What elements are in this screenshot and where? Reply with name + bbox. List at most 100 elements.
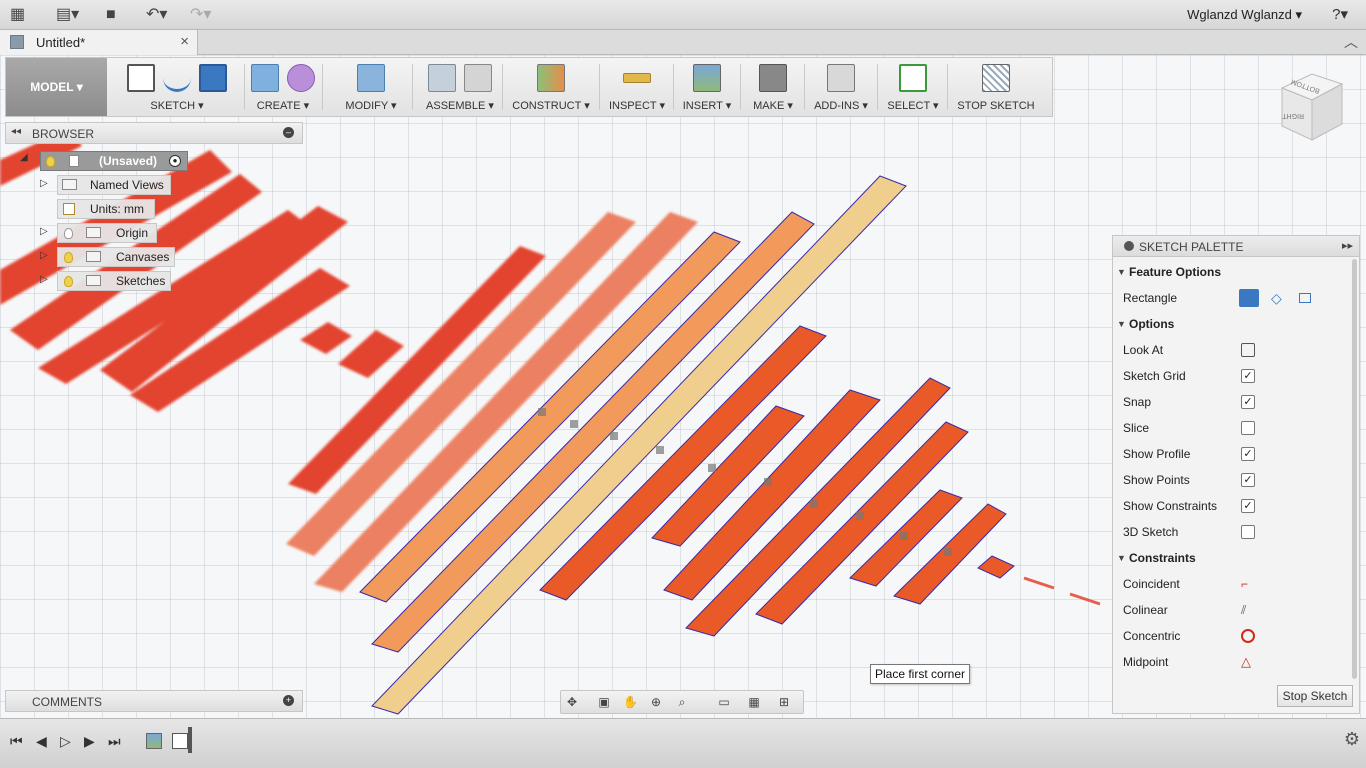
sketch-menu[interactable]: SKETCH ▾ (112, 98, 242, 114)
three-point-rectangle-icon[interactable]: ◇ (1271, 285, 1282, 311)
select-icon[interactable] (899, 64, 927, 92)
inspect-menu[interactable]: INSPECT ▾ (603, 98, 671, 114)
option-checkbox[interactable] (1241, 421, 1255, 435)
browser-item-origin[interactable]: Origin (57, 223, 157, 243)
palette-header[interactable]: SKETCH PALETTE ▸▸ (1113, 236, 1359, 257)
display-settings-icon[interactable]: ▭ (717, 695, 731, 709)
stop-sketch-group[interactable]: STOP SKETCH (951, 58, 1041, 116)
option-checkbox[interactable]: ✓ (1241, 473, 1255, 487)
make-menu[interactable]: MAKE ▾ (744, 98, 802, 114)
visibility-bulb-icon[interactable] (64, 276, 73, 287)
palette-minimize-icon[interactable] (1124, 241, 1134, 251)
activate-radio-icon[interactable]: ● (169, 155, 181, 167)
save-icon[interactable]: ■ (106, 5, 116, 25)
option-checkbox[interactable]: ✓ (1241, 369, 1255, 383)
stop-sketch-label[interactable]: STOP SKETCH (951, 98, 1041, 114)
close-tab-icon[interactable]: × (180, 33, 189, 50)
pan-hand-icon[interactable]: ✋ (623, 695, 638, 709)
insert-group[interactable]: INSERT ▾ (677, 58, 737, 116)
visibility-bulb-icon[interactable] (46, 156, 55, 167)
browser-item-sketches[interactable]: Sketches (57, 271, 171, 291)
expand-icon[interactable]: ▷ (40, 226, 48, 237)
rectangle-icon[interactable] (199, 64, 227, 92)
view-cube[interactable]: BOTTOM RIGHT (1276, 70, 1346, 142)
option-checkbox[interactable] (1241, 525, 1255, 539)
create-sketch-icon[interactable] (127, 64, 155, 92)
stop-sketch-icon[interactable] (982, 64, 1010, 92)
insert-image-icon[interactable] (693, 64, 721, 92)
section-options[interactable]: ▼ Options (1113, 311, 1353, 337)
zoom-icon[interactable]: ⊕ (649, 695, 663, 709)
coincident-icon[interactable]: ⌐ (1241, 577, 1255, 591)
select-group[interactable]: SELECT ▾ (881, 58, 945, 116)
sketch-group[interactable]: SKETCH ▾ (112, 58, 242, 116)
timeline-sketch-feature-icon[interactable] (172, 733, 188, 749)
stop-sketch-button[interactable]: Stop Sketch (1277, 685, 1353, 707)
construct-menu[interactable]: CONSTRUCT ▾ (506, 98, 596, 114)
timeline-canvas-feature-icon[interactable] (146, 733, 162, 749)
visibility-bulb-icon[interactable] (64, 228, 73, 239)
undo-icon[interactable]: ↶▾ (146, 5, 167, 25)
comments-panel-header[interactable]: COMMENTS + (5, 690, 303, 712)
viewports-icon[interactable]: ⊞ (777, 695, 791, 709)
form-icon[interactable] (287, 64, 315, 92)
browser-root[interactable]: (Unsaved) ● (40, 151, 188, 171)
option-checkbox[interactable]: ✓ (1241, 447, 1255, 461)
construct-group[interactable]: CONSTRUCT ▾ (506, 58, 596, 116)
workspace-switcher[interactable]: MODEL ▾ (6, 58, 107, 116)
colinear-icon[interactable]: ⫽ (1241, 603, 1255, 617)
add-comment-icon[interactable]: + (283, 695, 294, 706)
user-menu[interactable]: Wglanzd Wglanzd ▾ (1187, 7, 1302, 23)
grid-settings-icon[interactable]: ▦ (747, 695, 761, 709)
assemble-group[interactable]: ASSEMBLE ▾ (416, 58, 504, 116)
addins-menu[interactable]: ADD-INS ▾ (808, 98, 874, 114)
expand-palette-icon[interactable]: ▸▸ (1342, 239, 1353, 252)
option-checkbox[interactable]: ✓ (1241, 499, 1255, 513)
create-group[interactable]: CREATE ▾ (248, 58, 318, 116)
new-component-icon[interactable] (428, 64, 456, 92)
step-forward-icon[interactable]: ▶ (84, 733, 95, 750)
orbit-icon[interactable]: ✥ (565, 695, 579, 709)
panel-menu-icon[interactable]: – (283, 127, 294, 138)
visibility-bulb-icon[interactable] (64, 252, 73, 263)
scripts-icon[interactable] (827, 64, 855, 92)
play-icon[interactable]: ▷ (60, 733, 71, 750)
fit-zoom-icon[interactable]: ⌕ (675, 695, 689, 709)
modify-group[interactable]: MODIFY ▾ (326, 58, 416, 116)
center-rectangle-icon[interactable] (1299, 293, 1311, 303)
modify-menu[interactable]: MODIFY ▾ (326, 98, 416, 114)
file-menu-icon[interactable]: ▤▾ (56, 5, 79, 25)
section-constraints[interactable]: ▼ Constraints (1113, 545, 1353, 571)
line-icon[interactable] (163, 64, 191, 92)
palette-scrollbar[interactable] (1352, 259, 1357, 679)
browser-panel-header[interactable]: ◂◂ BROWSER – (5, 122, 303, 144)
3d-print-icon[interactable] (759, 64, 787, 92)
insert-menu[interactable]: INSERT ▾ (677, 98, 737, 114)
collapse-tree-icon[interactable]: ◢ (20, 152, 28, 163)
look-at-nav-icon[interactable]: ▣ (597, 695, 611, 709)
option-checkbox[interactable]: ✓ (1241, 395, 1255, 409)
timeline-settings-gear-icon[interactable]: ⚙ (1344, 729, 1360, 750)
section-feature-options[interactable]: ▼ Feature Options (1113, 259, 1353, 285)
go-to-start-icon[interactable]: ⏮ (10, 733, 23, 750)
measure-icon[interactable] (623, 73, 651, 83)
expand-icon[interactable]: ▷ (40, 274, 48, 285)
help-icon[interactable]: ?▾ (1332, 5, 1348, 23)
timeline-marker[interactable] (188, 727, 192, 753)
chevron-up-icon[interactable]: ︿ (1344, 32, 1358, 52)
document-tab[interactable]: Untitled* × (0, 30, 198, 55)
press-pull-icon[interactable] (357, 64, 385, 92)
look-at-icon[interactable] (1241, 343, 1255, 357)
collapse-panel-icon[interactable]: ◂◂ (11, 126, 21, 137)
browser-item-units[interactable]: Units: mm (57, 199, 155, 219)
browser-item-canvases[interactable]: Canvases (57, 247, 175, 267)
app-grid-icon[interactable]: ▦ (10, 5, 25, 25)
go-to-end-icon[interactable]: ⏭ (108, 733, 121, 750)
expand-icon[interactable]: ▷ (40, 178, 48, 189)
expand-icon[interactable]: ▷ (40, 250, 48, 261)
step-back-icon[interactable]: ◀ (36, 733, 47, 750)
inspect-group[interactable]: INSPECT ▾ (603, 58, 671, 116)
addins-group[interactable]: ADD-INS ▾ (808, 58, 874, 116)
midpoint-icon[interactable]: △ (1241, 655, 1255, 669)
redo-icon[interactable]: ↷▾ (190, 5, 211, 25)
